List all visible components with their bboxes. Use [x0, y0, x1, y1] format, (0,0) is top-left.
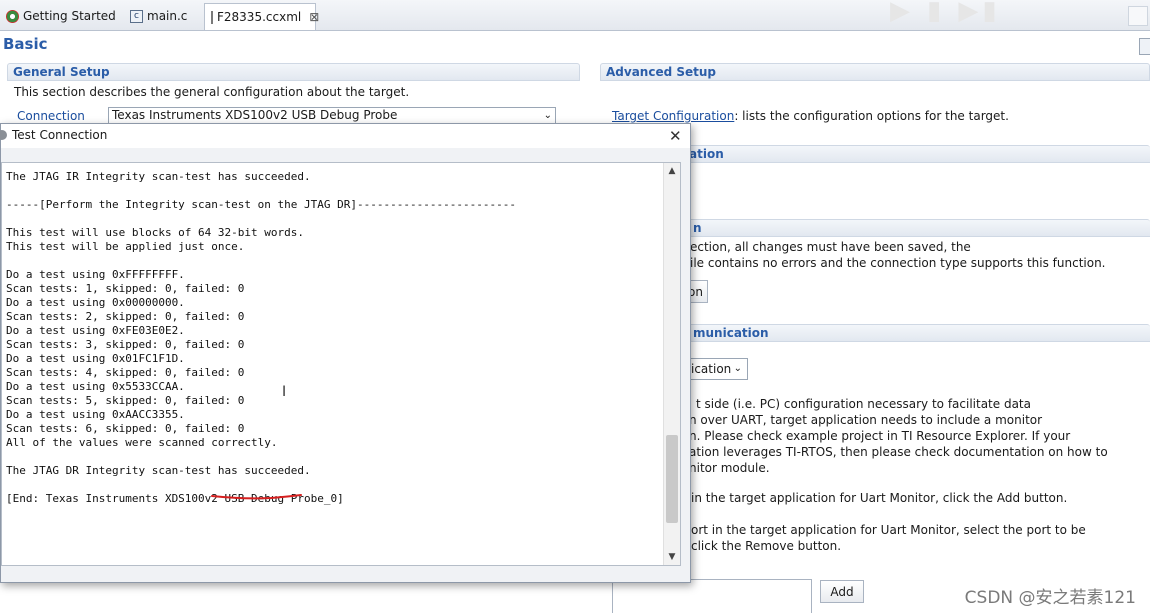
- console-line: All of the values were scanned correctly…: [6, 436, 278, 449]
- minimize-icon[interactable]: [1128, 6, 1148, 26]
- console-line: Do a test using 0x5533CCAA.: [6, 380, 185, 393]
- scroll-up-arrow-icon[interactable]: ▲: [664, 163, 680, 179]
- description-line: n over UART, target application needs to…: [689, 413, 1043, 427]
- tab-getting-started[interactable]: Getting Started: [0, 4, 122, 28]
- console-line: Scan tests: 5, skipped: 0, failed: 0: [6, 394, 245, 407]
- test-connection-dialog: Test Connection ✕ The JTAG IR Integrity …: [0, 123, 691, 583]
- console-line: Do a test using 0xAACC3355.: [6, 408, 185, 421]
- target-configuration-link[interactable]: Target Configuration: [612, 109, 734, 123]
- console-output[interactable]: The JTAG IR Integrity scan-test has succ…: [1, 162, 681, 566]
- red-underline-annotation: [211, 494, 302, 500]
- dialog-body: The JTAG IR Integrity scan-test has succ…: [1, 148, 690, 582]
- save-note-line-2: ile contains no errors and the connectio…: [690, 256, 1106, 270]
- add-button[interactable]: Add: [820, 580, 864, 603]
- tab-label: F28335.ccxml: [217, 10, 302, 24]
- text-cursor-icon: I: [282, 384, 287, 400]
- tab-f28335-ccxml[interactable]: F28335.ccxml ⊠: [204, 3, 319, 30]
- console-line: Scan tests: 3, skipped: 0, failed: 0: [6, 338, 245, 351]
- dialog-title-bar[interactable]: Test Connection ✕: [0, 124, 690, 148]
- tab-label: main.c: [147, 9, 188, 23]
- console-line: Scan tests: 6, skipped: 0, failed: 0: [6, 422, 245, 435]
- page-title: Basic: [3, 35, 48, 53]
- layout-toggle-icon[interactable]: [1139, 38, 1150, 55]
- scroll-down-arrow-icon[interactable]: ▼: [664, 549, 680, 565]
- chevron-down-icon: ⌄: [543, 110, 552, 121]
- tab-label: Getting Started: [23, 9, 116, 23]
- console-line: The JTAG IR Integrity scan-test has succ…: [6, 170, 311, 183]
- console-line: Scan tests: 1, skipped: 0, failed: 0: [6, 282, 245, 295]
- general-setup-header[interactable]: General Setup: [7, 63, 580, 81]
- console-line: Do a test using 0xFFFFFFFF.: [6, 268, 185, 281]
- ccxml-file-icon: [211, 10, 213, 24]
- target-config-text: : lists the configuration options for th…: [734, 109, 1009, 123]
- console-line: This test will be applied just once.: [6, 240, 245, 253]
- console-line: Do a test using 0x01FC1F1D.: [6, 352, 185, 365]
- tab-main-c[interactable]: c main.c: [124, 4, 193, 28]
- console-line: Scan tests: 2, skipped: 0, failed: 0: [6, 310, 245, 323]
- console-line: The JTAG DR Integrity scan-test has succ…: [6, 464, 311, 477]
- vertical-scrollbar[interactable]: ▲ ▼: [663, 163, 680, 565]
- background-watermark-icon: ▶ ▮ ▶▮: [890, 0, 1001, 26]
- connection-select[interactable]: Texas Instruments XDS100v2 USB Debug Pro…: [108, 107, 556, 124]
- connection-value: Texas Instruments XDS100v2 USB Debug Pro…: [112, 108, 398, 122]
- connection-label: Connection: [17, 109, 85, 123]
- console-line: -----[Perform the Integrity scan-test on…: [6, 198, 516, 211]
- add-instructions: in the target application for Uart Monit…: [691, 491, 1068, 505]
- advanced-setup-header[interactable]: Advanced Setup: [600, 63, 1150, 81]
- console-text: The JTAG IR Integrity scan-test has succ…: [2, 163, 680, 506]
- description-line: ation leverages TI-RTOS, then please che…: [689, 445, 1108, 459]
- editor-tab-bar: Getting Started c main.c F28335.ccxml ⊠ …: [0, 0, 1150, 31]
- console-line: Scan tests: 4, skipped: 0, failed: 0: [6, 366, 245, 379]
- communication-description: t side (i.e. PC) configuration necessary…: [689, 396, 1108, 476]
- uart-port-list[interactable]: [612, 579, 812, 613]
- console-line: Do a test using 0x00000000.: [6, 296, 185, 309]
- dialog-title: Test Connection: [12, 128, 108, 142]
- close-icon[interactable]: ✕: [669, 127, 682, 145]
- dialog-app-icon: [0, 130, 7, 140]
- description-line: n. Please check example project in TI Re…: [689, 429, 1071, 443]
- console-line: Do a test using 0xFE03E0E2.: [6, 324, 185, 337]
- description-line: t side (i.e. PC) configuration necessary…: [696, 397, 1031, 411]
- console-line: [End: Texas Instruments XDS100v2 USB Deb…: [6, 492, 344, 505]
- target-config-line: Target Configuration: lists the configur…: [612, 109, 1009, 123]
- chevron-down-icon: ⌄: [733, 363, 742, 374]
- general-setup-description: This section describes the general confi…: [14, 85, 410, 99]
- getting-started-icon: [6, 9, 19, 23]
- communication-select-value: ication: [691, 362, 732, 376]
- scrollbar-thumb[interactable]: [666, 435, 678, 523]
- c-file-icon: c: [130, 9, 143, 23]
- save-note-line-1: ection, all changes must have been saved…: [690, 240, 971, 254]
- close-tab-icon[interactable]: ⊠: [309, 10, 319, 24]
- remove-instructions-line-2: click the Remove button.: [691, 539, 842, 553]
- console-line: This test will use blocks of 64 32-bit w…: [6, 226, 305, 239]
- csdn-watermark: CSDN @安之若素121: [964, 588, 1136, 608]
- description-line: nitor module.: [689, 461, 770, 475]
- remove-instructions-line-1: ort in the target application for Uart M…: [691, 523, 1086, 537]
